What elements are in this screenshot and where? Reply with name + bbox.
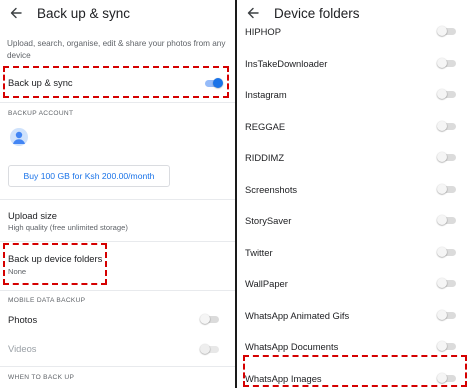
page-title: Back up & sync: [37, 5, 131, 21]
mobile-data-header: MOBILE DATA BACKUP: [8, 297, 86, 304]
folder-toggle[interactable]: [437, 151, 457, 163]
folder-label: HIPHOP: [245, 26, 281, 37]
folder-toggle[interactable]: [437, 214, 457, 226]
photos-label: Photos: [8, 314, 38, 325]
folder-label: WhatsApp Animated Gifs: [245, 309, 350, 321]
divider: [0, 102, 235, 103]
folder-toggle[interactable]: [437, 340, 457, 352]
backup-sync-screen: Back up & sync Upload, search, organise,…: [0, 0, 235, 388]
folder-label: REGGAE: [245, 120, 286, 132]
folder-row[interactable]: InsTakeDownloader: [237, 54, 470, 78]
device-folders-screen: Device folders HIPHOP InsTakeDownloader In…: [237, 0, 470, 388]
folder-label: RIDDIMZ: [245, 152, 285, 163]
device-folders-row[interactable]: Back up device folders None: [0, 243, 120, 285]
folder-toggle[interactable]: [437, 277, 457, 289]
upload-size-row[interactable]: Upload size High quality (free unlimited…: [0, 200, 235, 240]
folder-row[interactable]: WhatsApp Images: [237, 369, 470, 388]
back-arrow-icon[interactable]: [246, 6, 260, 20]
when-to-backup-header: WHEN TO BACK UP: [8, 374, 75, 381]
device-folders-label: Back up device folders: [8, 253, 103, 264]
folder-row[interactable]: HIPHOP: [237, 22, 470, 46]
folder-toggle[interactable]: [437, 309, 457, 321]
folder-label: Instagram: [245, 89, 287, 100]
videos-row[interactable]: Videos: [0, 337, 235, 361]
folder-row[interactable]: StorySaver: [237, 211, 470, 235]
folder-toggle[interactable]: [437, 183, 457, 195]
person-icon: [13, 131, 25, 144]
divider: [0, 241, 235, 242]
folder-row[interactable]: RIDDIMZ: [237, 148, 470, 172]
folder-toggle[interactable]: [437, 88, 457, 100]
backup-sync-label: Back up & sync: [8, 77, 73, 88]
backup-sync-toggle[interactable]: [203, 77, 223, 89]
folder-label: WhatsApp Images: [245, 372, 322, 384]
folder-label: Screenshots: [245, 183, 298, 195]
photos-row[interactable]: Photos: [0, 308, 235, 332]
backup-account-header: BACKUP ACCOUNT: [8, 110, 74, 117]
folder-row[interactable]: Twitter: [237, 243, 470, 267]
folder-row[interactable]: Screenshots: [237, 180, 470, 204]
page-title: Device folders: [274, 5, 360, 21]
device-folders-value: None: [8, 267, 27, 276]
folder-toggle[interactable]: [437, 57, 457, 69]
folder-row[interactable]: WallPaper: [237, 274, 470, 298]
account-avatar[interactable]: [10, 128, 28, 146]
folder-label: Twitter: [245, 246, 273, 258]
buy-storage-button[interactable]: Buy 100 GB for Ksh 200.00/month: [8, 165, 170, 187]
backup-sync-row[interactable]: Back up & sync: [0, 68, 235, 98]
folder-row[interactable]: WhatsApp Animated Gifs: [237, 306, 470, 330]
videos-label: Videos: [8, 343, 37, 354]
videos-toggle[interactable]: [200, 343, 220, 355]
folder-toggle[interactable]: [437, 246, 457, 258]
divider: [0, 366, 235, 367]
folder-label: StorySaver: [245, 215, 292, 226]
upload-size-value: High quality (free unlimited storage): [8, 223, 128, 232]
folder-toggle[interactable]: [437, 372, 457, 384]
folder-label: InsTakeDownloader: [245, 57, 328, 69]
app-bar: Back up & sync: [0, 0, 235, 26]
folder-label: WhatsApp Documents: [245, 341, 339, 352]
folder-label: WallPaper: [245, 278, 288, 289]
folder-row[interactable]: Instagram: [237, 85, 470, 109]
upload-size-label: Upload size: [8, 210, 57, 221]
description-text: Upload, search, organise, edit & share y…: [7, 39, 226, 60]
divider: [0, 290, 235, 291]
photos-toggle[interactable]: [200, 313, 220, 325]
folder-row[interactable]: WhatsApp Documents: [237, 337, 470, 361]
folder-row[interactable]: REGGAE: [237, 117, 470, 141]
folder-toggle[interactable]: [437, 120, 457, 132]
back-arrow-icon[interactable]: [9, 6, 23, 20]
folder-toggle[interactable]: [437, 25, 457, 37]
